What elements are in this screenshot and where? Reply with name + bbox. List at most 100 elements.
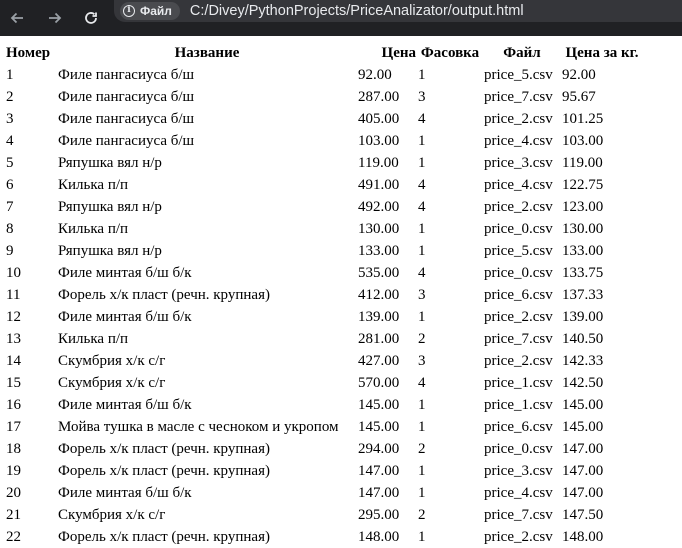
cell-price-per-kg: 147.00 <box>562 462 604 479</box>
cell-file: price_2.csv <box>484 528 553 545</box>
cell-pack: 1 <box>418 132 426 149</box>
cell-name: Ряпушка вял н/р <box>58 242 162 259</box>
table-row: 13 Килька п/п 281.00 2 price_7.csv 140.50 <box>6 328 644 350</box>
cell-pack: 2 <box>418 330 426 347</box>
cell-file: price_0.csv <box>484 440 553 457</box>
cell-price-per-kg: 123.00 <box>562 198 604 215</box>
cell-number: 12 <box>6 308 21 325</box>
cell-file: price_2.csv <box>484 352 553 369</box>
forward-button[interactable] <box>46 9 64 27</box>
cell-price: 103.00 <box>358 132 400 149</box>
cell-file: price_5.csv <box>484 66 553 83</box>
cell-price: 287.00 <box>358 88 400 105</box>
table-row: 21 Скумбрия х/к с/г 295.00 2 price_7.csv 147.… <box>6 504 644 526</box>
cell-pack: 4 <box>418 264 426 281</box>
cell-number: 20 <box>6 484 21 501</box>
cell-name: Форель х/к пласт (речн. крупная) <box>58 286 270 303</box>
cell-price-per-kg: 103.00 <box>562 132 604 149</box>
cell-price-per-kg: 122.75 <box>562 176 604 193</box>
table-row: 7 Ряпушка вял н/р 492.00 4 price_2.csv 123.00 <box>6 196 644 218</box>
cell-file: price_2.csv <box>484 110 553 127</box>
cell-file: price_7.csv <box>484 88 553 105</box>
cell-pack: 1 <box>418 66 426 83</box>
cell-pack: 2 <box>418 506 426 523</box>
cell-file: price_4.csv <box>484 132 553 149</box>
cell-number: 4 <box>6 132 14 149</box>
page-content: Номер Название Цена Фасовка Файл Цена за… <box>6 42 644 548</box>
table-row: 11 Форель х/к пласт (речн. крупная) 412.00… <box>6 284 644 306</box>
cell-number: 10 <box>6 264 21 281</box>
cell-price: 145.00 <box>358 418 400 435</box>
cell-pack: 1 <box>418 462 426 479</box>
cell-file: price_5.csv <box>484 242 553 259</box>
cell-pack: 4 <box>418 110 426 127</box>
cell-name: Филе минтая б/ш б/к <box>58 396 192 413</box>
cell-file: price_7.csv <box>484 330 553 347</box>
back-button[interactable] <box>8 9 26 27</box>
cell-pack: 3 <box>418 88 426 105</box>
cell-file: price_2.csv <box>484 198 553 215</box>
cell-price: 295.00 <box>358 506 400 523</box>
cell-pack: 1 <box>418 528 426 545</box>
cell-price: 491.00 <box>358 176 400 193</box>
table-row: 2 Филе пангасиуса б/ш 287.00 3 price_7.csv 95… <box>6 86 644 108</box>
cell-file: price_6.csv <box>484 418 553 435</box>
cell-price: 148.00 <box>358 528 400 545</box>
cell-name: Скумбрия х/к с/г <box>58 352 166 369</box>
cell-price: 130.00 <box>358 220 400 237</box>
cell-price: 147.00 <box>358 484 400 501</box>
header-price: Цена <box>381 44 416 61</box>
table-row: 20 Филе минтая б/ш б/к 147.00 1 price_4.csv 1… <box>6 482 644 504</box>
cell-name: Филе минтая б/ш б/к <box>58 308 192 325</box>
cell-price: 427.00 <box>358 352 400 369</box>
cell-name: Форель х/к пласт (речн. крупная) <box>58 462 270 479</box>
cell-name: Ряпушка вял н/р <box>58 154 162 171</box>
browser-toolbar: i Файл C:/Divey/PythonProjects/PriceAnal… <box>0 0 682 36</box>
table-row: 3 Филе пангасиуса б/ш 405.00 4 price_2.csv 10… <box>6 108 644 130</box>
table-header-row: Номер Название Цена Фасовка Файл Цена за… <box>6 42 644 64</box>
cell-price: 535.00 <box>358 264 400 281</box>
cell-file: price_0.csv <box>484 264 553 281</box>
cell-name: Филе пангасиуса б/ш <box>58 132 195 149</box>
cell-price: 405.00 <box>358 110 400 127</box>
cell-name: Ряпушка вял н/р <box>58 198 162 215</box>
cell-pack: 4 <box>418 374 426 391</box>
table-row: 14 Скумбрия х/к с/г 427.00 3 price_2.csv 142.… <box>6 350 644 372</box>
table-row: 4 Филе пангасиуса б/ш 103.00 1 price_4.csv 10… <box>6 130 644 152</box>
cell-price-per-kg: 147.00 <box>562 484 604 501</box>
cell-number: 15 <box>6 374 21 391</box>
cell-price-per-kg: 95.67 <box>562 88 596 105</box>
reload-button[interactable] <box>82 9 100 27</box>
cell-price: 145.00 <box>358 396 400 413</box>
site-info-label: Файл <box>140 4 172 18</box>
cell-price: 119.00 <box>358 154 399 171</box>
info-icon: i <box>123 5 135 17</box>
url-text[interactable]: C:/Divey/PythonProjects/PriceAnalizator/… <box>190 3 524 19</box>
cell-name: Филе пангасиуса б/ш <box>58 110 195 127</box>
cell-file: price_7.csv <box>484 506 553 523</box>
address-bar[interactable]: i Файл C:/Divey/PythonProjects/PriceAnal… <box>114 0 682 22</box>
cell-price-per-kg: 101.25 <box>562 110 604 127</box>
cell-number: 9 <box>6 242 14 259</box>
cell-name: Филе пангасиуса б/ш <box>58 88 195 105</box>
cell-name: Филе минтая б/ш б/к <box>58 264 192 281</box>
cell-name: Скумбрия х/к с/г <box>58 506 166 523</box>
cell-name: Мойва тушка в масле с чесноком и укропом <box>58 418 339 435</box>
cell-number: 18 <box>6 440 21 457</box>
table-body: 1 Филе пангасиуса б/ш 92.00 1 price_5.csv 92.… <box>6 64 644 548</box>
cell-number: 3 <box>6 110 14 127</box>
cell-name: Килька п/п <box>58 220 129 237</box>
cell-number: 11 <box>6 286 21 303</box>
cell-file: price_4.csv <box>484 176 553 193</box>
cell-price: 570.00 <box>358 374 400 391</box>
site-info-chip[interactable]: i Файл <box>120 2 180 20</box>
cell-pack: 2 <box>418 440 426 457</box>
cell-name: Филе пангасиуса б/ш <box>58 66 195 83</box>
cell-price-per-kg: 139.00 <box>562 308 604 325</box>
cell-pack: 1 <box>418 154 426 171</box>
cell-price-per-kg: 140.50 <box>562 330 604 347</box>
table-row: 9 Ряпушка вял н/р 133.00 1 price_5.csv 133.00 <box>6 240 644 262</box>
cell-name: Килька п/п <box>58 176 129 193</box>
cell-name: Скумбрия х/к с/г <box>58 374 166 391</box>
cell-price-per-kg: 147.50 <box>562 506 604 523</box>
